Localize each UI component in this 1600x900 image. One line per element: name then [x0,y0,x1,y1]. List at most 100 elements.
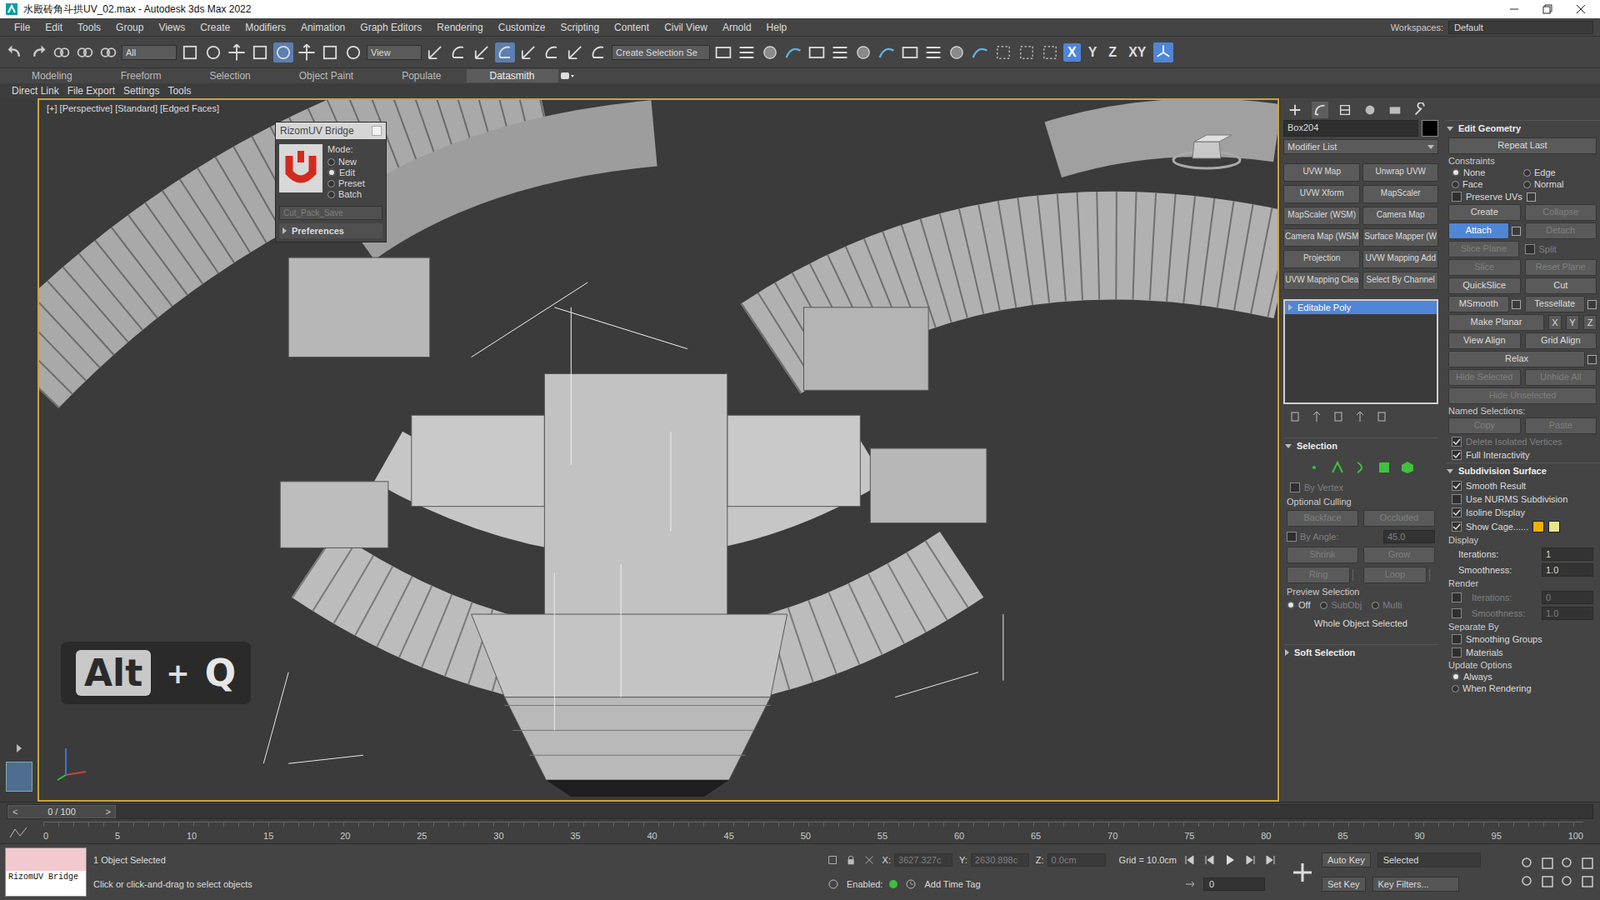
menu-item[interactable]: Animation [293,21,353,34]
radio-dot[interactable] [1523,180,1531,189]
repeat-last-button[interactable]: Repeat Last [1448,137,1597,155]
restore-icon[interactable] [1541,3,1554,15]
modifier-button[interactable]: UVW Mapping Clea [1283,271,1360,290]
edit-geometry-button[interactable]: Hide Selected [1448,369,1521,386]
axis-constraint-button[interactable]: Y [1084,43,1102,62]
edit-geometry-button[interactable]: Relax [1448,350,1585,368]
radio-dot[interactable] [1286,600,1295,610]
render-frame-icon[interactable] [923,42,944,63]
selection-button[interactable]: Ring [1286,566,1350,584]
rollout-header[interactable]: Selection [1283,437,1439,454]
checkbox-box[interactable] [1451,634,1462,645]
rollout-header[interactable]: Subdivision Surface [1445,462,1600,479]
unlink-icon[interactable] [75,42,95,63]
fov-icon[interactable] [1520,874,1535,890]
checkbox-box[interactable] [1451,191,1462,202]
modifier-button[interactable]: Camera Map [1362,206,1439,225]
render-icon[interactable] [946,42,967,63]
modifier-button[interactable]: UVW Xform [1283,185,1360,204]
selection-button[interactable]: Loop [1363,566,1427,584]
axis-constraint-button[interactable]: XY [1124,43,1150,62]
go-start-icon[interactable] [1183,853,1197,867]
hierarchy-icon[interactable] [1336,101,1354,119]
isolate-icon[interactable] [1016,42,1037,63]
edit-geometry-button[interactable]: Hide Unselected [1448,387,1597,405]
selection-lock-icon[interactable] [993,42,1014,63]
edit-geometry-checkbox[interactable]: Full Interactivity [1445,449,1600,461]
menu-item[interactable]: Arnold [715,21,760,34]
radio-dot[interactable] [327,158,335,166]
checkbox-box[interactable] [1525,244,1535,255]
preview-radio[interactable]: Multi [1371,600,1402,610]
coordinate-value[interactable]: 2630.898c [970,853,1030,867]
mode-radio[interactable]: Edit [327,167,365,178]
selection-filter-dropdown[interactable]: All [121,45,177,60]
checkbox-box[interactable] [1286,531,1297,542]
ribbon-subtab[interactable]: Tools [167,85,191,97]
ribbon-subtab[interactable]: File Export [67,85,115,97]
menu-item[interactable]: Edit [37,21,70,34]
keyboard-shortcut-icon[interactable] [471,42,492,63]
reference-coordinate-dropdown[interactable]: View [366,45,422,60]
radio-dot[interactable] [1451,672,1460,681]
axis-constraint-button[interactable]: Z [1104,43,1121,62]
checkbox-box[interactable] [1451,647,1462,658]
select-object-icon[interactable] [180,42,200,63]
rizomuv-title-bar[interactable]: RizomUV Bridge [275,122,386,140]
culling-button[interactable]: Backface [1286,510,1359,527]
object-name-field[interactable]: Box204 [1283,120,1419,137]
modifier-button[interactable]: Camera Map (WSM [1283,228,1360,247]
workspaces-dropdown[interactable]: Default [1448,20,1594,35]
coordinate-value[interactable]: 0.0cm [1047,853,1106,867]
menu-item[interactable]: File [6,21,38,34]
named-selection-button[interactable]: Paste [1525,417,1598,435]
radio-dot[interactable] [1523,169,1531,177]
modifier-button[interactable]: Projection [1283,250,1360,269]
time-slider-thumb[interactable]: <0 / 100> [7,805,116,819]
subdivision-checkbox[interactable]: Smooth Result [1445,480,1600,492]
percent-snap-icon[interactable] [541,42,562,63]
select-by-name-icon[interactable] [203,42,224,63]
modifier-button[interactable]: MapScaler (WSM) [1283,206,1360,225]
window-crossing-icon[interactable] [250,42,270,63]
radio-dot[interactable] [1451,180,1460,189]
render-setup-icon[interactable] [900,42,920,63]
viewport-layout-tab[interactable] [5,761,33,792]
key-filters-button[interactable]: Key Filters... [1372,876,1460,892]
menu-item[interactable]: Customize [490,21,554,34]
settings-icon[interactable] [1511,226,1521,236]
prev-frame-icon[interactable] [1203,853,1217,867]
listener-input[interactable] [5,848,86,871]
selection-button[interactable]: Shrink [1286,546,1359,564]
edit-geometry-button[interactable]: Cut [1525,277,1598,295]
field-spinner[interactable]: 1.0 [1541,563,1594,577]
configure-icon[interactable] [1375,410,1389,424]
move-icon[interactable] [273,42,294,63]
checkbox-box[interactable] [1451,521,1462,532]
edit-geometry-button[interactable]: Reset Plane [1525,259,1598,276]
constraint-radio[interactable]: Edge [1523,167,1594,178]
modifier-button[interactable]: MapScaler [1362,185,1439,204]
radio-dot[interactable] [1451,168,1460,177]
cage-color-swatch[interactable] [1548,520,1560,533]
snap-toggle-icon[interactable] [1040,42,1060,63]
place-icon[interactable] [343,42,364,63]
schematic-icon[interactable] [853,42,874,63]
split-checkbox[interactable]: Split [1523,244,1598,255]
auto-key-button[interactable]: Auto Key [1321,852,1371,868]
settings-icon[interactable] [1587,355,1597,365]
undo-icon[interactable] [5,42,25,63]
preset-dropdown[interactable]: Cut_Pack_Save [279,205,383,220]
expand-icon[interactable] [282,227,287,235]
rollout-header[interactable]: Soft Selection [1283,644,1439,660]
time-slider-track[interactable]: <0 / 100> [6,804,1594,820]
pan-icon[interactable] [1540,874,1555,890]
cage-color-swatch[interactable] [1532,520,1545,533]
maxscript-listener[interactable]: RizomUV Bridge [5,847,87,897]
ribbon-tab[interactable]: Modeling [8,69,96,83]
perspective-viewport[interactable]: [+] [Perspective] [Standard] [Edged Face… [37,98,1280,802]
unique-icon[interactable] [1331,410,1345,424]
preview-radio[interactable]: SubObj [1320,600,1362,610]
mode-radio[interactable]: Preset [327,178,365,189]
stack-item[interactable]: Editable Poly [1285,300,1437,315]
